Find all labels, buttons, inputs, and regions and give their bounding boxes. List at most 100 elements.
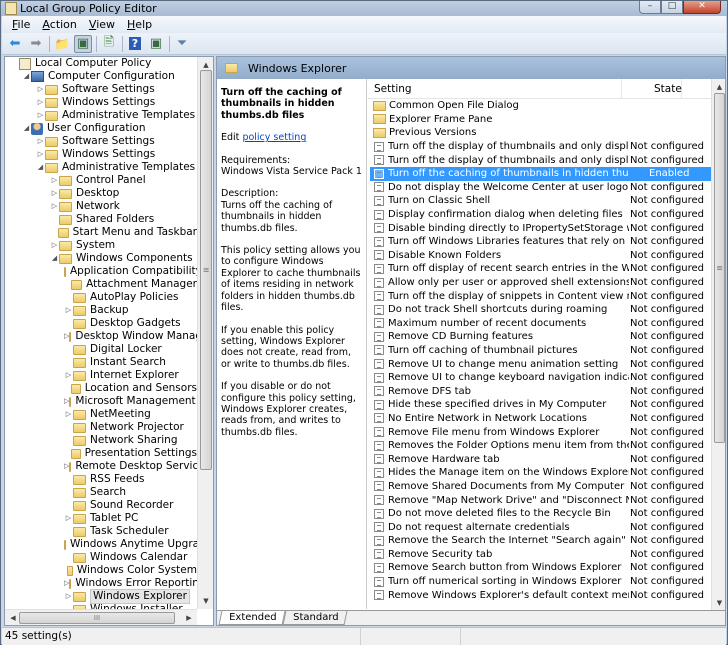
setting-row[interactable]: No Entire Network in Network Locations No… xyxy=(370,412,711,426)
tree-item[interactable]: Location and Sensors xyxy=(5,382,197,395)
tree-item[interactable]: ◢ Windows Components xyxy=(5,252,197,265)
tree-item[interactable]: ▷ NetMeeting xyxy=(5,408,197,421)
setting-row[interactable]: Remove UI to change menu animation setti… xyxy=(370,357,711,371)
list-vertical-scrollbar[interactable]: ▲ ≡ ▼ xyxy=(711,79,725,611)
expand-arrow-icon[interactable]: ▷ xyxy=(36,83,45,96)
setting-row[interactable]: Remove Search button from Windows Explor… xyxy=(370,561,711,575)
menu-view[interactable]: View xyxy=(83,18,121,31)
tree-item[interactable]: ▷ Backup xyxy=(5,304,197,317)
setting-row[interactable]: Remove Security tab Not configured xyxy=(370,548,711,562)
setting-row[interactable]: Remove Windows Explorer's default contex… xyxy=(370,588,711,602)
tree-horizontal-scrollbar[interactable]: ◀ III ▶ xyxy=(5,609,197,625)
scroll-down-arrow[interactable]: ▼ xyxy=(712,595,725,611)
scroll-right-arrow[interactable]: ▶ xyxy=(181,610,197,625)
tree-item[interactable]: ▷Desktop Window Manager xyxy=(5,330,197,343)
scroll-thumb[interactable]: III xyxy=(19,612,175,624)
setting-row[interactable]: Remove Shared Documents from My Computer… xyxy=(370,480,711,494)
expand-arrow-icon[interactable]: ▷ xyxy=(50,187,59,200)
tree-item[interactable]: ▷ Software Settings xyxy=(5,135,197,148)
expand-arrow-icon[interactable]: ▷ xyxy=(36,148,45,161)
setting-row[interactable]: Turn off the display of thumbnails and o… xyxy=(370,153,711,167)
expand-arrow-icon[interactable]: ▷ xyxy=(50,239,59,252)
expand-arrow-icon[interactable]: ▷ xyxy=(64,512,73,525)
setting-row[interactable]: Removes the Folder Options menu item fro… xyxy=(370,439,711,453)
forward-button[interactable]: ➡ xyxy=(27,35,45,53)
show-hide-tree-button[interactable]: ▣ xyxy=(74,34,92,53)
setting-row[interactable]: Maximum number of recent documents Not co… xyxy=(370,317,711,331)
setting-row[interactable]: Remove UI to change keyboard navigation … xyxy=(370,371,711,385)
menu-action[interactable]: Action xyxy=(36,18,82,31)
collapse-arrow-icon[interactable]: ◢ xyxy=(36,161,45,174)
close-button[interactable]: ✕ xyxy=(683,1,721,14)
action-pane-button[interactable]: ▣ xyxy=(147,35,165,53)
tree-item[interactable]: ▷ Windows Explorer xyxy=(5,589,197,604)
column-header-setting[interactable]: Setting xyxy=(368,79,622,98)
up-folder-button[interactable]: 📁 xyxy=(53,35,71,53)
tree-item[interactable]: Digital Locker xyxy=(5,343,197,356)
tab-standard[interactable]: Standard xyxy=(282,611,347,625)
tree-item[interactable]: Start Menu and Taskbar xyxy=(5,226,197,239)
collapse-arrow-icon[interactable]: ◢ xyxy=(50,252,59,265)
setting-row[interactable]: Remove the Search the Internet "Search a… xyxy=(370,534,711,548)
tree-item[interactable]: Application Compatibility xyxy=(5,265,197,278)
setting-row[interactable]: Turn off numerical sorting in Windows Ex… xyxy=(370,575,711,589)
tree-item[interactable]: ▷ Network xyxy=(5,200,197,213)
setting-row[interactable]: Disable binding directly to IPropertySet… xyxy=(370,221,711,235)
maximize-button[interactable]: □ xyxy=(661,1,683,14)
expand-arrow-icon[interactable]: ▷ xyxy=(36,96,45,109)
setting-row[interactable]: Allow only per user or approved shell ex… xyxy=(370,276,711,290)
setting-row[interactable]: Do not request alternate credentials Not … xyxy=(370,520,711,534)
tree-item[interactable]: ▷ Software Settings xyxy=(5,83,197,96)
setting-row[interactable]: Turn on Classic Shell Not configured xyxy=(370,194,711,208)
filter-button[interactable]: ⏷ xyxy=(173,35,191,53)
column-header-state[interactable]: State xyxy=(622,79,682,98)
folder-row[interactable]: Common Open File Dialog xyxy=(370,99,711,113)
setting-row[interactable]: Hides the Manage item on the Windows Exp… xyxy=(370,466,711,480)
tree-item[interactable]: Task Scheduler xyxy=(5,525,197,538)
setting-row[interactable]: Turn off the caching of thumbnails in hi… xyxy=(370,166,711,181)
minimize-button[interactable]: – xyxy=(639,1,661,14)
tree-item[interactable]: ▷ Control Panel xyxy=(5,174,197,187)
tree-item[interactable]: Search xyxy=(5,486,197,499)
tree-item[interactable]: ▷ Remote Desktop Services xyxy=(5,460,197,473)
expand-arrow-icon[interactable]: ▷ xyxy=(64,590,73,603)
collapse-arrow-icon[interactable]: ◢ xyxy=(22,122,31,135)
setting-row[interactable]: Do not track Shell shortcuts during roam… xyxy=(370,303,711,317)
scroll-thumb[interactable]: ≡ xyxy=(200,70,212,470)
tree-item[interactable]: RSS Feeds xyxy=(5,473,197,486)
tree-item[interactable]: ▷Microsoft Management Console xyxy=(5,395,197,408)
expand-arrow-icon[interactable]: ▷ xyxy=(64,369,73,382)
export-list-button[interactable]: 🖹 xyxy=(100,35,118,53)
scroll-thumb[interactable]: ≡ xyxy=(714,93,725,443)
menu-file[interactable]: File xyxy=(6,18,36,31)
tree-item[interactable]: Network Projector xyxy=(5,421,197,434)
tree-item[interactable]: ◢ Computer Configuration xyxy=(5,70,197,83)
expand-arrow-icon[interactable]: ▷ xyxy=(64,304,73,317)
tree-item[interactable]: Network Sharing xyxy=(5,434,197,447)
expand-arrow-icon[interactable]: ▷ xyxy=(64,408,73,421)
help-button[interactable]: ? xyxy=(126,35,144,53)
edit-policy-link[interactable]: policy setting xyxy=(242,132,306,143)
tree-item[interactable]: ▷ Tablet PC xyxy=(5,512,197,525)
tree-item[interactable]: ▷ Desktop xyxy=(5,187,197,200)
folder-row[interactable]: Previous Versions xyxy=(370,126,711,140)
setting-row[interactable]: Remove Hardware tab Not configured xyxy=(370,452,711,466)
tree-item[interactable]: ◢ User Configuration xyxy=(5,122,197,135)
collapse-arrow-icon[interactable]: ◢ xyxy=(22,70,31,83)
tree-item[interactable]: Sound Recorder xyxy=(5,499,197,512)
tree-item[interactable]: Desktop Gadgets xyxy=(5,317,197,330)
setting-row[interactable]: Display confirmation dialog when deletin… xyxy=(370,208,711,222)
setting-row[interactable]: Turn off display of recent search entrie… xyxy=(370,262,711,276)
tree-item[interactable]: Shared Folders xyxy=(5,213,197,226)
tree-item[interactable]: AutoPlay Policies xyxy=(5,291,197,304)
tree-item[interactable]: ◢ Administrative Templates xyxy=(5,161,197,174)
setting-row[interactable]: Turn off the display of thumbnails and o… xyxy=(370,140,711,154)
setting-row[interactable]: Turn off Windows Libraries features that… xyxy=(370,235,711,249)
tree-item[interactable]: Instant Search xyxy=(5,356,197,369)
setting-row[interactable]: Hide these specified drives in My Comput… xyxy=(370,398,711,412)
setting-row[interactable]: Remove DFS tab Not configured xyxy=(370,384,711,398)
expand-arrow-icon[interactable]: ▷ xyxy=(36,109,45,122)
folder-row[interactable]: Explorer Frame Pane xyxy=(370,113,711,127)
tree-item[interactable]: Windows Calendar xyxy=(5,551,197,564)
setting-row[interactable]: Do not display the Welcome Center at use… xyxy=(370,181,711,195)
